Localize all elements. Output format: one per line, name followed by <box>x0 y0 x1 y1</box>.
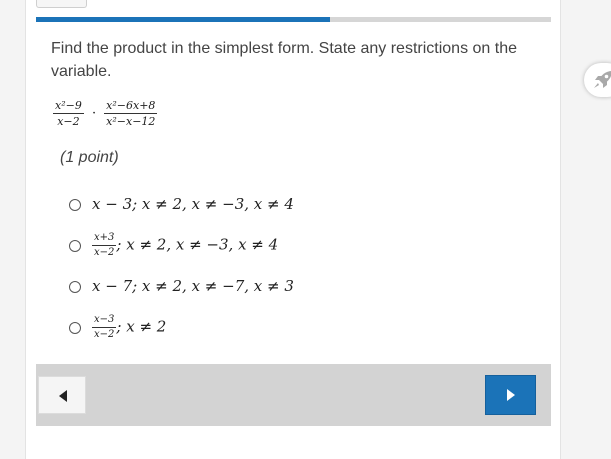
option-denominator: x−2 <box>94 329 115 340</box>
first-denominator: x−2 <box>57 115 80 128</box>
radio-button[interactable] <box>69 240 81 252</box>
navigation-bar <box>36 364 551 426</box>
previous-button[interactable] <box>38 376 86 414</box>
rocket-icon <box>594 71 611 88</box>
radio-button[interactable] <box>69 322 81 334</box>
option-text: x − 7; x ≠ 2, x ≠ −7, x ≠ 3 <box>92 277 294 295</box>
next-button[interactable] <box>485 375 536 415</box>
question-prompt: Find the product in the simplest form. S… <box>51 40 517 80</box>
first-fraction: x²−9 x−2 <box>53 99 84 128</box>
option-denominator: x−2 <box>94 247 115 258</box>
option-text: x+3 x−2 ; x ≠ 2, x ≠ −3, x ≠ 4 <box>92 232 278 259</box>
second-fraction: x²−6x+8 x²−x−12 <box>104 99 158 128</box>
progress-bar-fill <box>36 17 330 22</box>
second-numerator: x²−6x+8 <box>104 99 158 114</box>
option-fraction: x−3 x−2 <box>92 314 117 341</box>
option-restrictions: ; x ≠ 2 <box>116 317 167 336</box>
second-denominator: x²−x−12 <box>106 115 156 128</box>
question-expression: x²−9 x−2 · x²−6x+8 x²−x−12 <box>53 99 158 128</box>
option-numerator: x−3 <box>92 314 117 328</box>
radio-button[interactable] <box>69 281 81 293</box>
option-text: x−3 x−2 ; x ≠ 2 <box>92 314 166 341</box>
radio-button[interactable] <box>69 199 81 211</box>
option-fraction: x+3 x−2 <box>92 232 117 259</box>
multiply-operator: · <box>91 106 97 121</box>
progress-bar <box>36 17 551 22</box>
points-label: (1 point) <box>60 149 119 166</box>
option-restrictions: ; x ≠ 2, x ≠ −3, x ≠ 4 <box>116 235 279 254</box>
caret-right-icon <box>507 389 515 401</box>
first-numerator: x²−9 <box>53 99 84 114</box>
caret-left-icon <box>59 390 67 402</box>
launcher-button[interactable] <box>584 63 611 97</box>
top-tab-stub[interactable] <box>36 0 87 8</box>
option-text: x − 3; x ≠ 2, x ≠ −3, x ≠ 4 <box>92 195 294 213</box>
option-numerator: x+3 <box>92 232 117 246</box>
